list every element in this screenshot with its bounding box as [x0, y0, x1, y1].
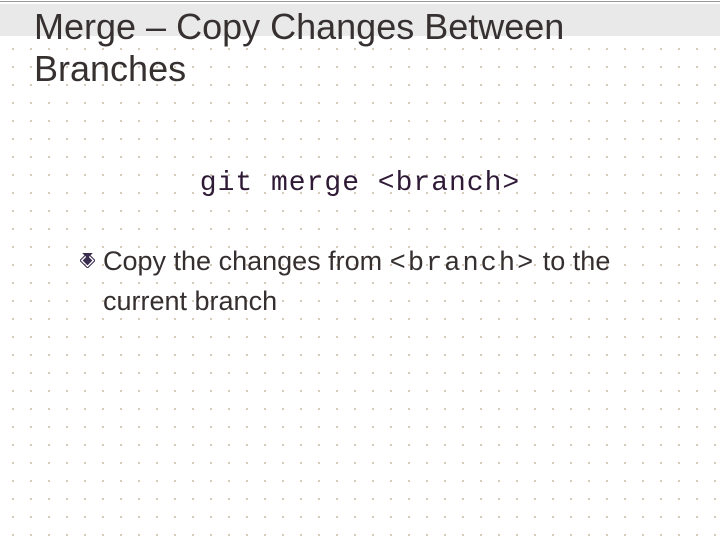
bullet-text: Copy the changes from <branch> to the cu…	[103, 243, 670, 320]
bullet-text-code: <branch>	[390, 249, 536, 279]
command-line: git merge <branch>	[0, 168, 720, 199]
bullet-text-pre: Copy the changes from	[103, 246, 390, 276]
diamond-bullet-icon	[80, 253, 95, 268]
bullet-item: Copy the changes from <branch> to the cu…	[80, 243, 670, 320]
top-divider	[0, 1, 720, 2]
slide-title: Merge – Copy Changes Between Branches	[34, 6, 674, 90]
